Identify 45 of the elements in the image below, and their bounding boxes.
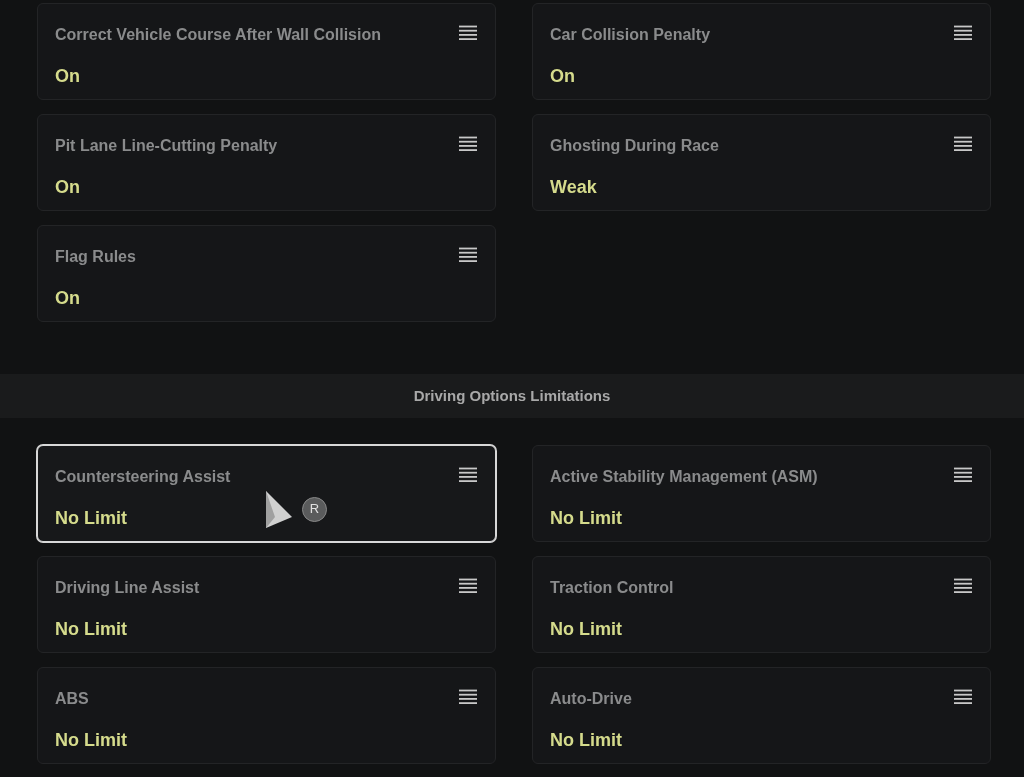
pointer-cursor-icon bbox=[265, 489, 293, 529]
menu-icon[interactable] bbox=[954, 689, 972, 705]
setting-label: Driving Line Assist bbox=[55, 578, 200, 598]
menu-icon[interactable] bbox=[954, 578, 972, 594]
setting-label: Active Stability Management (ASM) bbox=[550, 467, 818, 487]
setting-card[interactable]: Auto-Drive No Limit bbox=[532, 667, 991, 764]
menu-icon[interactable] bbox=[459, 467, 477, 483]
menu-icon[interactable] bbox=[954, 467, 972, 483]
setting-value: On bbox=[55, 287, 80, 310]
setting-card[interactable]: Ghosting During Race Weak bbox=[532, 114, 991, 211]
setting-value: No Limit bbox=[55, 729, 127, 752]
menu-icon[interactable] bbox=[459, 247, 477, 263]
setting-label: Auto-Drive bbox=[550, 689, 632, 709]
setting-value: On bbox=[550, 65, 575, 88]
setting-card[interactable]: Active Stability Management (ASM) No Limit bbox=[532, 445, 991, 542]
setting-label: Traction Control bbox=[550, 578, 674, 598]
menu-icon[interactable] bbox=[459, 578, 477, 594]
setting-value: No Limit bbox=[550, 507, 622, 530]
setting-card[interactable]: Correct Vehicle Course After Wall Collision On bbox=[37, 3, 496, 100]
setting-value: Weak bbox=[550, 176, 597, 199]
setting-value: No Limit bbox=[550, 618, 622, 641]
setting-card[interactable]: Flag Rules On bbox=[37, 225, 496, 322]
menu-icon[interactable] bbox=[954, 136, 972, 152]
setting-label: ABS bbox=[55, 689, 89, 709]
setting-label: Pit Lane Line-Cutting Penalty bbox=[55, 136, 278, 156]
menu-icon[interactable] bbox=[459, 689, 477, 705]
setting-label: Ghosting During Race bbox=[550, 136, 719, 156]
menu-icon[interactable] bbox=[459, 25, 477, 41]
menu-icon[interactable] bbox=[954, 25, 972, 41]
setting-label: Car Collision Penalty bbox=[550, 25, 711, 45]
setting-label: Flag Rules bbox=[55, 247, 136, 267]
setting-value: No Limit bbox=[55, 618, 127, 641]
setting-label: Correct Vehicle Course After Wall Collision bbox=[55, 25, 381, 45]
setting-value: On bbox=[55, 176, 80, 199]
setting-card[interactable]: ABS No Limit bbox=[37, 667, 496, 764]
section-title: Driving Options Limitations bbox=[413, 385, 611, 406]
setting-card[interactable]: Car Collision Penalty On bbox=[532, 3, 991, 100]
setting-value: No Limit bbox=[55, 507, 127, 530]
setting-card[interactable]: Traction Control No Limit bbox=[532, 556, 991, 653]
menu-icon[interactable] bbox=[459, 136, 477, 152]
setting-value: No Limit bbox=[550, 729, 622, 752]
setting-label: Countersteering Assist bbox=[55, 467, 231, 487]
setting-card[interactable]: Pit Lane Line-Cutting Penalty On bbox=[37, 114, 496, 211]
setting-value: On bbox=[55, 65, 80, 88]
setting-card[interactable]: Driving Line Assist No Limit bbox=[37, 556, 496, 653]
